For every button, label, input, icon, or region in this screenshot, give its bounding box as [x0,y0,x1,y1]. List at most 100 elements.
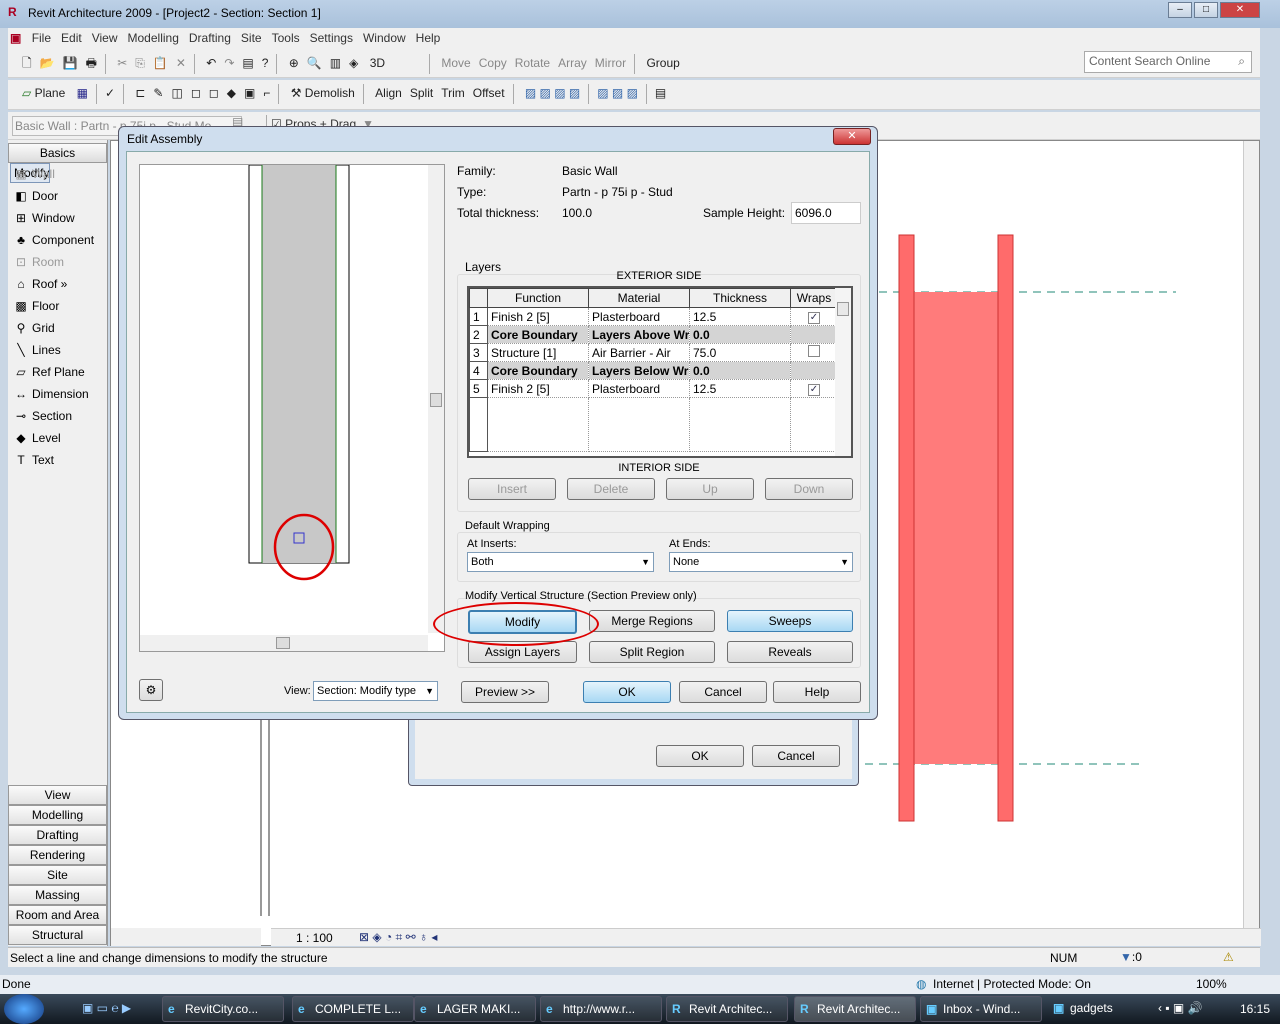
filter-icon[interactable]: ▼:0 [1120,950,1142,964]
project-browser-icon[interactable]: ▤ [238,53,257,73]
tray-icons[interactable]: ‹ ▪ ▣ 🔊 [1158,1001,1203,1015]
zoom-icon[interactable]: ⊕ [285,53,303,73]
layer-thickness[interactable]: 12.5 [689,379,791,398]
col-function[interactable]: Function [487,288,589,308]
row-number[interactable]: 4 [469,361,488,380]
quick-launch-icon[interactable]: ▣ ▭ ℮ ▶ [82,1001,131,1015]
taskbar-item[interactable]: e http://www.r... [540,996,662,1022]
row-number[interactable]: 2 [469,325,488,344]
col-thickness[interactable]: Thickness [689,288,791,308]
offset-button[interactable]: Offset [469,83,509,103]
cut-icon[interactable]: ✂ [113,53,131,73]
layer-material[interactable]: Air Barrier - Air [588,343,690,362]
wraps-checkbox[interactable] [808,345,820,357]
tab-massing[interactable]: Massing [8,885,107,905]
layer-row[interactable]: 2 Core Boundary Layers Above Wr 0.0 [469,325,838,344]
split-button[interactable]: Split [406,83,437,103]
delete-icon[interactable]: ✕ [172,53,190,73]
print-icon[interactable]: 🖶 [82,51,101,78]
paint-bucket-icon[interactable]: ◆ [223,83,240,103]
wraps-checkbox[interactable]: ✓ [808,312,820,324]
layer-function[interactable]: Core Boundary [487,325,589,344]
taskbar-item[interactable]: e LAGER MAKI... [414,996,536,1022]
sidebar-item-ref-plane[interactable]: ▱ Ref Plane [8,361,107,383]
menu-drafting[interactable]: Drafting [184,28,236,48]
layer-row[interactable]: 4 Core Boundary Layers Below Wr 0.0 [469,361,838,380]
sweeps-button[interactable]: Sweeps [727,610,853,632]
schedule-icon[interactable]: ▤ [651,83,670,103]
plane-button[interactable]: ▱ Plane [18,83,69,103]
layer-material[interactable]: Layers Below Wr [588,361,690,380]
layer-wraps[interactable]: ✓ [790,307,838,326]
measure-icon[interactable]: ⊏ [131,83,149,103]
layer-wraps[interactable]: ✓ [790,379,838,398]
linework-icon[interactable]: ⌐ [259,83,274,103]
spelling-icon[interactable]: ✓ [101,83,119,103]
trim-button[interactable]: Trim [437,83,469,103]
sidebar-item-roof[interactable]: ⌂ Roof » [8,273,107,295]
3d-box-icon[interactable]: ◈ [345,53,362,73]
menu-view[interactable]: View [87,28,123,48]
sidebar-item-room[interactable]: ⊡ Room [8,251,107,273]
delete-button[interactable]: Delete [567,478,655,500]
sidebar-item-window[interactable]: ⊞ Window [8,207,107,229]
group-button[interactable]: Group [642,53,683,73]
layer-function[interactable]: Structure [1] [487,343,589,362]
layers-scrollbar[interactable] [835,288,851,456]
menu-settings[interactable]: Settings [305,28,358,48]
layer-row[interactable]: 5 Finish 2 [5] Plasterboard 12.5 ✓ [469,379,838,398]
layer-material[interactable]: Layers Above Wr [588,325,690,344]
taskbar-item[interactable]: ▣ gadgets [1048,996,1148,1022]
col-wraps[interactable]: Wraps [790,288,838,308]
row-number[interactable]: 5 [469,379,488,398]
layer-function[interactable]: Core Boundary [487,361,589,380]
at-ends-select[interactable]: None ▼ [669,552,853,572]
down-button[interactable]: Down [765,478,853,500]
preview-vscroll[interactable] [428,165,444,633]
layer-thickness[interactable]: 0.0 [689,325,791,344]
layer-wraps[interactable] [790,343,838,362]
layer-thickness[interactable]: 12.5 [689,307,791,326]
menu-tools[interactable]: Tools [267,28,305,48]
preview-settings-icon[interactable]: ⚙ [139,679,163,701]
sidebar-item-component[interactable]: ♣ Component [8,229,107,251]
save-icon[interactable]: 💾 [59,53,82,73]
row-number[interactable]: 3 [469,343,488,362]
layer-thickness[interactable]: 75.0 [689,343,791,362]
help-button[interactable]: Help [773,681,861,703]
grid-icon[interactable]: ▦ [73,83,92,103]
copy-to-clipboard-icon[interactable]: ▨ ▨ ▨ ▨ [521,83,584,103]
taskbar-item[interactable]: R Revit Architec... [666,996,788,1022]
tab-site[interactable]: Site [8,865,107,885]
back-ok-button[interactable]: OK [656,745,744,767]
help-pointer-icon[interactable]: ? [258,53,273,73]
taskbar-item[interactable]: e COMPLETE L... [292,996,414,1022]
close-button[interactable]: ✕ [1220,2,1260,18]
layer-function[interactable]: Finish 2 [5] [487,379,589,398]
undo-icon[interactable]: ↶ [202,53,220,73]
tab-basics[interactable]: Basics [8,143,107,163]
layer-material[interactable]: Plasterboard [588,379,690,398]
security-zone[interactable]: Internet | Protected Mode: On [933,977,1091,991]
sample-height-input[interactable]: 6096.0 [791,202,861,224]
open-icon[interactable]: 📂 [36,53,59,73]
view-select[interactable]: Section: Modify type ▼ [313,681,438,701]
sidebar-item-lines[interactable]: ╲ Lines [8,339,107,361]
at-inserts-select[interactable]: Both ▼ [467,552,654,572]
eyedropper-icon[interactable]: ✎ [149,83,167,103]
paste-icon[interactable]: 📋 [149,53,172,73]
sidebar-item-wall[interactable]: ▦ Wall [8,163,107,185]
menu-window[interactable]: Window [358,28,411,48]
zoom-level[interactable]: 100% [1196,977,1227,991]
join-icon[interactable]: ◻ [205,83,223,103]
content-search-input[interactable]: Content Search Online ⌕ [1084,51,1252,73]
layer-row[interactable]: 3 Structure [1] Air Barrier - Air 75.0 [469,343,838,362]
taskbar-item[interactable]: ▣ Inbox - Wind... [920,996,1042,1022]
move-button[interactable]: Move [437,53,474,73]
3d-view-button[interactable]: 3D [366,53,389,73]
layer-material[interactable]: Plasterboard [588,307,690,326]
menu-file[interactable]: File [27,28,56,48]
taskbar-item[interactable]: R Revit Architec... [794,996,916,1022]
paste-aligned-icon[interactable]: ▨ ▨ ▨ [593,83,642,103]
taskbar-item[interactable]: e RevitCity.co... [162,996,284,1022]
